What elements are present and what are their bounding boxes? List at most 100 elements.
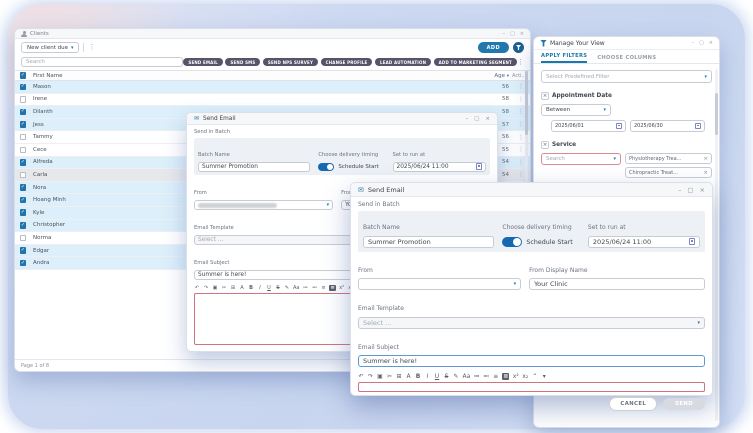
schedule-toggle[interactable]: [502, 237, 522, 247]
close-icon[interactable]: ×: [485, 116, 490, 122]
date-to-input[interactable]: 2025/06/30: [630, 120, 705, 132]
underline-icon[interactable]: U: [266, 285, 272, 291]
remove-filter-icon[interactable]: ×: [541, 92, 549, 100]
from-select[interactable]: ▾: [358, 278, 521, 290]
remove-tag-icon[interactable]: ×: [703, 156, 708, 162]
row-checkbox[interactable]: [20, 260, 27, 267]
select-all-checkbox[interactable]: [20, 72, 27, 79]
bulk-action-button[interactable]: ADD TO MARKETING SEGMENT: [434, 58, 517, 66]
row-checkbox[interactable]: [20, 172, 27, 179]
unordered-list-icon[interactable]: ≕: [483, 373, 489, 380]
close-icon[interactable]: ×: [700, 186, 705, 194]
row-checkbox[interactable]: [20, 222, 27, 229]
text-case-icon[interactable]: Aa: [293, 285, 299, 291]
more-tools-icon[interactable]: ▾: [541, 373, 547, 380]
date-from-input[interactable]: 2025/06/01: [551, 120, 626, 132]
remove-filter-icon[interactable]: ×: [541, 141, 549, 149]
row-checkbox[interactable]: [20, 209, 27, 216]
font-icon[interactable]: A: [406, 373, 412, 380]
actions-overflow-icon[interactable]: ⋮: [517, 59, 524, 66]
justify-icon[interactable]: ≣: [502, 373, 509, 380]
date-operator-select[interactable]: Between ▾: [541, 104, 611, 116]
italic-icon[interactable]: I: [425, 373, 431, 380]
superscript-icon[interactable]: x²: [339, 285, 345, 291]
from-display-input[interactable]: Your Clinic: [529, 278, 705, 290]
text-case-icon[interactable]: Aa: [463, 373, 471, 380]
row-checkbox[interactable]: [20, 147, 27, 154]
strikethrough-icon[interactable]: S: [275, 285, 281, 291]
redo-icon[interactable]: ↷: [368, 373, 374, 380]
undo-icon[interactable]: ↶: [358, 373, 364, 380]
minimize-icon[interactable]: –: [465, 116, 468, 122]
row-checkbox[interactable]: [20, 134, 27, 141]
ordered-list-icon[interactable]: ≔: [474, 373, 480, 380]
row-checkbox[interactable]: [20, 109, 27, 116]
superscript-icon[interactable]: x²: [513, 373, 519, 380]
bulk-action-button[interactable]: SEND SMS: [225, 58, 260, 66]
unordered-list-icon[interactable]: ≕: [311, 285, 317, 291]
email-template-select[interactable]: Select ... ▾: [358, 317, 705, 329]
remove-tag-icon[interactable]: ×: [703, 170, 708, 176]
service-search-select[interactable]: Search ▾: [541, 153, 621, 165]
batch-name-input[interactable]: Summer Promotion: [363, 236, 494, 248]
minimize-icon[interactable]: –: [503, 31, 506, 37]
maximize-icon[interactable]: ▢: [687, 186, 693, 194]
undo-icon[interactable]: ↶: [194, 285, 200, 291]
cut-icon[interactable]: ✂: [387, 373, 393, 380]
justify-icon[interactable]: ≣: [329, 285, 335, 291]
row-checkbox[interactable]: [20, 247, 27, 254]
close-icon[interactable]: ×: [520, 31, 524, 37]
bold-icon[interactable]: B: [415, 373, 421, 380]
search-input[interactable]: [21, 57, 183, 67]
age-header[interactable]: Age ▾: [480, 73, 512, 79]
subscript-icon[interactable]: x₂: [522, 373, 528, 380]
italic-icon[interactable]: I: [257, 285, 263, 291]
row-checkbox[interactable]: [20, 184, 27, 191]
email-subject-input[interactable]: Summer is here!: [358, 355, 705, 367]
panel-scrollbar[interactable]: [715, 69, 718, 421]
manage-view-toggle-button[interactable]: [513, 42, 524, 53]
row-checkbox[interactable]: [20, 96, 27, 103]
bold-icon[interactable]: B: [248, 285, 254, 291]
row-checkbox[interactable]: [20, 84, 27, 91]
edit-icon[interactable]: ✎: [453, 373, 459, 380]
batch-name-input[interactable]: Summer Promotion: [198, 162, 310, 172]
maximize-icon[interactable]: ▢: [699, 40, 704, 46]
first-name-header[interactable]: First Name: [31, 73, 480, 79]
bulk-action-button[interactable]: LEAD AUTOMATION: [375, 58, 431, 66]
font-icon[interactable]: A: [239, 285, 245, 291]
copy-icon[interactable]: ▣: [377, 373, 383, 380]
align-left-icon[interactable]: ≡: [320, 285, 326, 291]
add-button[interactable]: ADD: [478, 42, 509, 53]
insert-table-icon[interactable]: ⊞: [396, 373, 402, 380]
schedule-toggle[interactable]: [318, 163, 334, 171]
send-button[interactable]: SEND: [663, 398, 705, 410]
close-icon[interactable]: ×: [709, 40, 713, 46]
row-checkbox[interactable]: [20, 159, 27, 166]
redo-icon[interactable]: ↷: [203, 285, 209, 291]
maximize-icon[interactable]: ▢: [474, 116, 479, 122]
insert-table-icon[interactable]: ⊞: [230, 285, 236, 291]
underline-icon[interactable]: U: [434, 373, 440, 380]
predefined-filter-select[interactable]: Select Predefined Filter ▾: [541, 70, 712, 83]
view-dropdown[interactable]: New client due ▾: [21, 42, 79, 53]
table-row[interactable]: Irene 58 ⋮: [15, 94, 530, 107]
row-checkbox[interactable]: [20, 197, 27, 204]
minimize-icon[interactable]: –: [678, 186, 681, 194]
bulk-action-button[interactable]: CHANGE PROFILE: [321, 58, 373, 66]
copy-icon[interactable]: ▣: [212, 285, 218, 291]
row-checkbox[interactable]: [20, 121, 27, 128]
bulk-action-button[interactable]: SEND NPS SURVEY: [263, 58, 318, 66]
email-body-editor[interactable]: [358, 382, 705, 392]
quote-icon[interactable]: “: [532, 373, 538, 380]
align-left-icon[interactable]: ≡: [493, 373, 499, 380]
run-at-input[interactable]: 2025/06/24 11:00: [588, 236, 700, 248]
cut-icon[interactable]: ✂: [221, 285, 227, 291]
cancel-button[interactable]: CANCEL: [609, 397, 657, 411]
run-at-input[interactable]: 2025/06/24 11:00: [393, 162, 486, 172]
edit-icon[interactable]: ✎: [284, 285, 290, 291]
tab-apply-filters[interactable]: APPLY FILTERS: [541, 53, 587, 64]
ordered-list-icon[interactable]: ≔: [302, 285, 308, 291]
table-row[interactable]: Mason 56 ⋮: [15, 81, 530, 94]
row-checkbox[interactable]: [20, 235, 27, 242]
